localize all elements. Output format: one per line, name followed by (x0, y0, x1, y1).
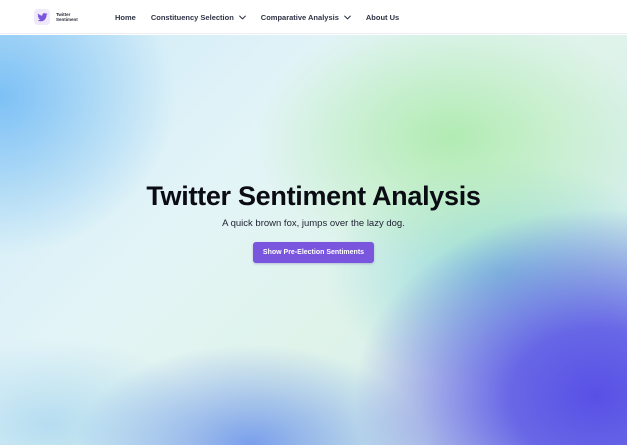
brand-logo[interactable]: Twitter Sentiment (34, 9, 78, 25)
brand-name-line2: Sentiment (56, 17, 78, 22)
twitter-bird-icon (34, 9, 50, 25)
nav-item-label: Comparative Analysis (260, 12, 339, 22)
show-pre-election-sentiments-button[interactable]: Show Pre-Election Sentiments (253, 242, 374, 263)
top-navbar: Twitter Sentiment Home Constituency Sele… (0, 0, 627, 34)
main-nav: Home Constituency Selection Comparative … (115, 0, 414, 34)
brand-name: Twitter Sentiment (56, 12, 78, 22)
chevron-down-icon (344, 15, 351, 20)
chevron-down-icon (238, 15, 246, 20)
hero-title: Twitter Sentiment Analysis (146, 181, 481, 211)
nav-item-home[interactable]: Home (115, 13, 136, 22)
nav-item-constituency-selection[interactable]: Constituency Selection (151, 13, 246, 22)
nav-item-about-us[interactable]: About Us (366, 13, 399, 22)
hero-section: Twitter Sentiment Analysis A quick brown… (0, 35, 627, 445)
hero-subtitle: A quick brown fox, jumps over the lazy d… (222, 218, 405, 229)
nav-item-label: About Us (365, 12, 400, 22)
nav-item-comparative-analysis[interactable]: Comparative Analysis (261, 13, 351, 22)
nav-item-label: Constituency Selection (150, 12, 234, 22)
nav-item-label: Home (115, 12, 136, 22)
